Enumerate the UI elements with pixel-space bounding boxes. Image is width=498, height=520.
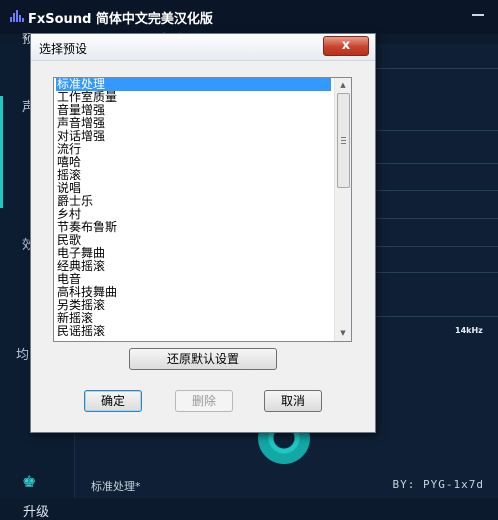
upgrade-label[interactable]: 升级	[23, 501, 49, 520]
preset-list-item[interactable]: 民谣摇滚	[56, 325, 331, 338]
preset-list-item[interactable]: 摇滚	[56, 169, 331, 182]
eq-grid-line	[370, 190, 498, 191]
close-button[interactable]: x	[323, 36, 369, 56]
app-title: FxSound 简体中文完美汉化版	[28, 12, 213, 27]
cancel-button[interactable]: 取消	[264, 390, 322, 412]
app-titlebar: FxSound 简体中文完美汉化版	[0, 0, 498, 34]
eq-grid-line	[370, 246, 498, 247]
sidebar-active-indicator	[0, 96, 3, 208]
minimize-button[interactable]	[472, 14, 484, 16]
eq-grid-line	[370, 163, 498, 164]
eq-grid-line	[370, 130, 498, 131]
scroll-up-arrow-icon[interactable]: ▲	[335, 78, 351, 93]
preset-list-item[interactable]: 嘻哈	[56, 156, 331, 169]
restore-defaults-button[interactable]: 还原默认设置	[129, 348, 277, 370]
scroll-down-arrow-icon[interactable]: ▼	[335, 326, 351, 341]
eq-grid-line	[370, 272, 498, 273]
vertical-scrollbar[interactable]: ▲ ▼	[334, 78, 351, 341]
close-icon: x	[341, 38, 351, 53]
status-bar: 标准处理* BY: PYG-1x7d	[75, 476, 498, 498]
select-preset-dialog: 选择预设 x 标准处理 工作室质量 音量增强 声音增强 对话增强 流行 嘻哈 摇滚 说唱 爵士乐乡…	[30, 33, 376, 433]
preset-list-item[interactable]: 说唱	[56, 182, 331, 195]
eq-grid-line	[370, 316, 498, 317]
sidebar-item-eq-label[interactable]: 均	[16, 344, 29, 363]
freq-label-14khz: 14kHz	[455, 326, 483, 335]
preset-list-item[interactable]: 经典摇滚	[56, 260, 331, 273]
preset-list-item[interactable]: 对话增强	[56, 130, 331, 143]
preset-list-items: 标准处理 工作室质量 音量增强 声音增强 对话增强 流行 嘻哈 摇滚 说唱 爵士乐 乡村 节奏布鲁斯民…	[56, 78, 331, 338]
dialog-title: 选择预设	[39, 42, 88, 56]
credit-text: BY: PYG-1x7d	[392, 478, 484, 491]
preset-list-item[interactable]: 节奏布鲁斯	[56, 221, 331, 234]
grip-icon	[341, 137, 346, 144]
preset-list-item[interactable]: 爵士乐	[56, 195, 331, 208]
equalizer-bars-icon	[10, 10, 24, 22]
preset-listbox[interactable]: 标准处理 工作室质量 音量增强 声音增强 对话增强 流行 嘻哈 摇滚 说唱 爵士乐 乡村 节奏布鲁斯民…	[53, 77, 352, 342]
dialog-titlebar[interactable]: 选择预设 x	[31, 34, 375, 61]
current-preset-label: 标准处理*	[91, 480, 141, 493]
ok-button[interactable]: 确定	[84, 390, 142, 412]
eq-grid-line	[370, 68, 498, 69]
preset-list-item[interactable]: 另类摇滚	[56, 299, 331, 312]
preset-list-item[interactable]: 流行	[56, 143, 331, 156]
delete-button[interactable]: 删除	[175, 390, 233, 412]
eq-grid-line	[370, 218, 498, 219]
crown-icon[interactable]: ♚	[22, 474, 38, 490]
scroll-thumb[interactable]	[337, 93, 350, 188]
